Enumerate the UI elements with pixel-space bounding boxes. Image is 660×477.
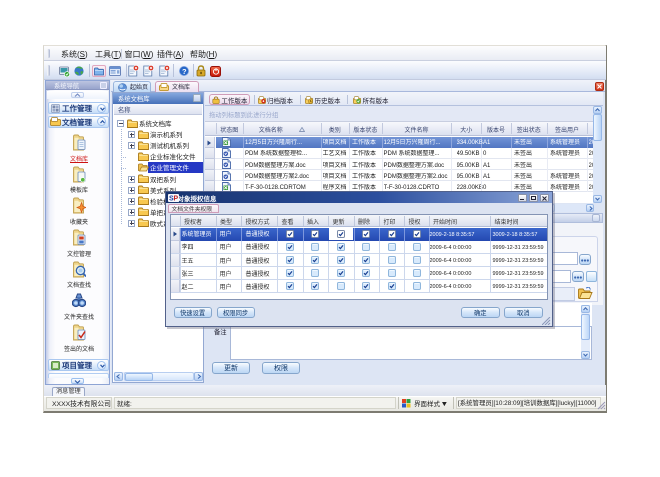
svg-text:?: ? xyxy=(182,67,187,76)
